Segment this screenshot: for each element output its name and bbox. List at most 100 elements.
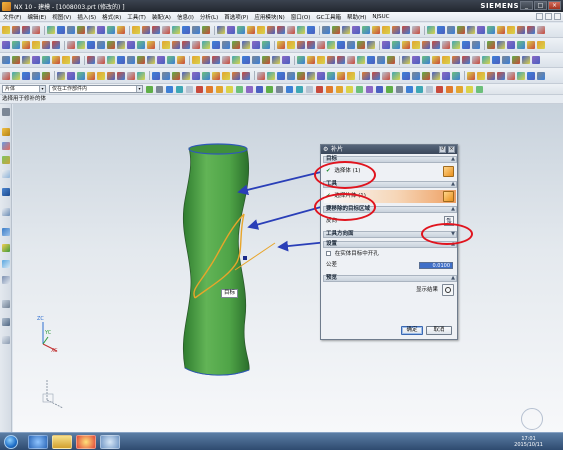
toolbar-tool-icon[interactable] xyxy=(227,26,235,34)
toolbar-tool-icon[interactable] xyxy=(307,41,315,49)
menu-close-icon[interactable] xyxy=(554,13,561,20)
snap-point-icon[interactable] xyxy=(186,85,193,93)
toolbar-tool-icon[interactable] xyxy=(252,41,260,49)
toolbar-tool-icon[interactable] xyxy=(242,56,250,64)
toolbar-tool-icon[interactable] xyxy=(347,41,355,49)
toolbar-tool-icon[interactable] xyxy=(32,41,40,49)
toolbar-tool-icon[interactable] xyxy=(497,71,505,80)
toolbar-tool-icon[interactable] xyxy=(232,71,240,80)
tolerance-input[interactable]: 0.0100 xyxy=(419,262,453,269)
toolbar-tool-icon[interactable] xyxy=(402,26,410,34)
system-scenes-icon[interactable] xyxy=(2,300,10,308)
snap-point-icon[interactable] xyxy=(336,85,343,93)
toolbar-tool-icon[interactable] xyxy=(497,26,505,34)
toolbar-tool-icon[interactable] xyxy=(327,71,335,80)
minimize-button[interactable]: _ xyxy=(520,1,533,10)
toolbar-tool-icon[interactable] xyxy=(382,71,390,80)
toolbar-tool-icon[interactable] xyxy=(172,71,180,80)
toolbar-tool-icon[interactable] xyxy=(2,41,10,49)
type-filter-dropdown[interactable]: 片体 ▾ xyxy=(2,85,46,93)
toolbar-tool-icon[interactable] xyxy=(97,41,105,49)
toolbar-tool-icon[interactable] xyxy=(77,41,85,49)
section-preview[interactable]: 预览 ▲ xyxy=(323,275,457,282)
toolbar-tool-icon[interactable] xyxy=(537,41,545,49)
toolbar-tool-icon[interactable] xyxy=(367,56,375,64)
toolbar-tool-icon[interactable] xyxy=(22,71,30,80)
menu-view[interactable]: 视图(V) xyxy=(52,13,71,21)
snap-point-icon[interactable] xyxy=(286,85,293,93)
toolbar-tool-icon[interactable] xyxy=(382,41,390,49)
toolbar-tool-icon[interactable] xyxy=(32,71,40,80)
toolbar-tool-icon[interactable] xyxy=(117,56,125,64)
toolbar-tool-icon[interactable] xyxy=(97,26,105,34)
toolbar-tool-icon[interactable] xyxy=(322,26,330,34)
toolbar-tool-icon[interactable] xyxy=(152,71,160,80)
toolbar-tool-icon[interactable] xyxy=(527,26,535,34)
toolbar-tool-icon[interactable] xyxy=(297,26,305,34)
toolbar-tool-icon[interactable] xyxy=(457,26,465,34)
toolbar-tool-icon[interactable] xyxy=(167,56,175,64)
toolbar-tool-icon[interactable] xyxy=(147,56,155,64)
toolbar-tool-icon[interactable] xyxy=(117,26,125,34)
menu-njsuc[interactable]: NJSUC xyxy=(372,14,389,20)
toolbar-tool-icon[interactable] xyxy=(477,26,485,34)
toolbar-tool-icon[interactable] xyxy=(367,41,375,49)
toolbar-tool-icon[interactable] xyxy=(267,26,275,34)
snap-point-icon[interactable] xyxy=(326,85,333,93)
toolbar-tool-icon[interactable] xyxy=(172,26,180,34)
toolbar-tool-icon[interactable] xyxy=(432,71,440,80)
taskbar-app-4[interactable] xyxy=(100,435,120,449)
toolbar-tool-icon[interactable] xyxy=(362,26,370,34)
toolbar-tool-icon[interactable] xyxy=(137,41,145,49)
graphics-window[interactable]: 目标 ZC YC XC xyxy=(13,104,563,432)
toolbar-tool-icon[interactable] xyxy=(317,56,325,64)
toolbar-tool-icon[interactable] xyxy=(57,71,65,80)
assembly-navigator-icon[interactable] xyxy=(2,128,10,136)
toolbar-tool-icon[interactable] xyxy=(132,26,140,34)
toolbar-tool-icon[interactable] xyxy=(497,41,505,49)
toolbar-tool-icon[interactable] xyxy=(127,41,135,49)
selection-scope-dropdown[interactable]: 仅在工作部件内 ▾ xyxy=(49,85,143,93)
toolbar-tool-icon[interactable] xyxy=(72,56,80,64)
toolbar-tool-icon[interactable] xyxy=(337,71,345,80)
toolbar-tool-icon[interactable] xyxy=(152,26,160,34)
toolbar-tool-icon[interactable] xyxy=(142,26,150,34)
toolbar-tool-icon[interactable] xyxy=(462,56,470,64)
toolbar-tool-icon[interactable] xyxy=(192,26,200,34)
toolbar-tool-icon[interactable] xyxy=(422,56,430,64)
toolbar-tool-icon[interactable] xyxy=(2,26,10,34)
select-body-icon[interactable] xyxy=(443,166,454,177)
toolbar-tool-icon[interactable] xyxy=(2,56,10,64)
toolbar-tool-icon[interactable] xyxy=(257,71,265,80)
toolbar-tool-icon[interactable] xyxy=(202,26,210,34)
toolbar-tool-icon[interactable] xyxy=(222,41,230,49)
toolbar-tool-icon[interactable] xyxy=(87,56,95,64)
reset-icon[interactable]: ↺ xyxy=(439,146,446,153)
toolbar-tool-icon[interactable] xyxy=(372,26,380,34)
toolbar-tool-icon[interactable] xyxy=(332,26,340,34)
snap-point-icon[interactable] xyxy=(226,85,233,93)
toolbar-tool-icon[interactable] xyxy=(137,56,145,64)
toolbar-tool-icon[interactable] xyxy=(97,56,105,64)
toolbar-tool-icon[interactable] xyxy=(62,56,70,64)
process-studio-icon[interactable] xyxy=(2,244,10,252)
toolbar-tool-icon[interactable] xyxy=(412,56,420,64)
toolbar-tool-icon[interactable] xyxy=(442,56,450,64)
snap-point-icon[interactable] xyxy=(436,85,443,93)
snap-point-icon[interactable] xyxy=(266,85,273,93)
snap-point-icon[interactable] xyxy=(166,85,173,93)
toolbar-tool-icon[interactable] xyxy=(527,41,535,49)
manufacturing-wizard-icon[interactable] xyxy=(2,318,10,326)
history-icon[interactable] xyxy=(2,228,10,236)
settings-icon[interactable] xyxy=(2,108,10,116)
toolbar-tool-icon[interactable] xyxy=(87,41,95,49)
snap-point-icon[interactable] xyxy=(156,85,163,93)
toolbar-tool-icon[interactable] xyxy=(462,41,470,49)
toolbar-tool-icon[interactable] xyxy=(287,26,295,34)
reuse-library-icon[interactable] xyxy=(2,170,10,178)
toolbar-tool-icon[interactable] xyxy=(192,41,200,49)
start-button[interactable] xyxy=(4,435,18,449)
toolbar-tool-icon[interactable] xyxy=(327,41,335,49)
toolbar-tool-icon[interactable] xyxy=(77,71,85,80)
toolbar-tool-icon[interactable] xyxy=(517,71,525,80)
